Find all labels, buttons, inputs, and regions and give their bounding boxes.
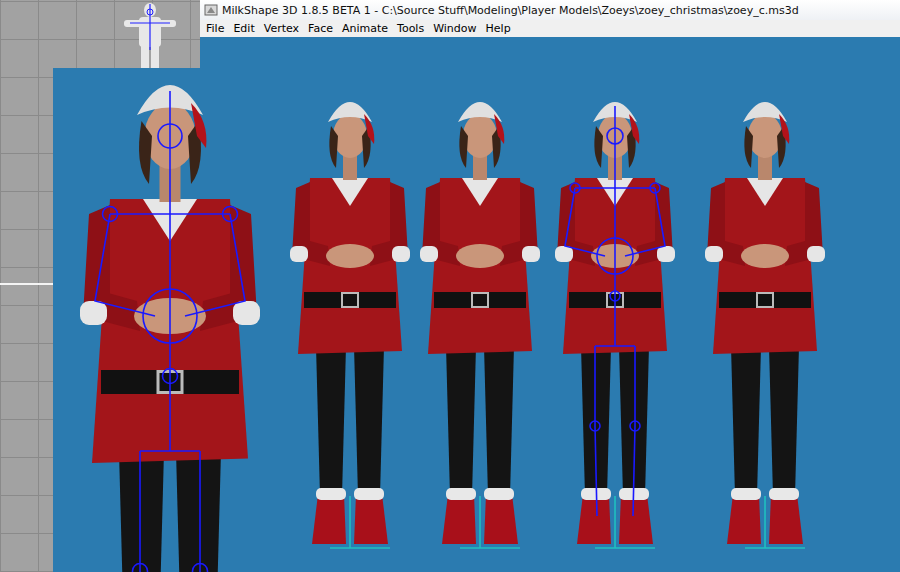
menu-item[interactable]: Help bbox=[486, 22, 511, 35]
thumbnail-figure-icon bbox=[120, 0, 180, 68]
menu-item[interactable]: Edit bbox=[233, 22, 254, 35]
character-figure[interactable] bbox=[555, 102, 675, 548]
app-window: MilkShape 3D 1.8.5 BETA 1 - C:\Source St… bbox=[200, 0, 900, 38]
3d-viewport[interactable] bbox=[53, 37, 900, 572]
character-figure[interactable] bbox=[420, 102, 540, 548]
menu-bar: File Edit Vertex Face Animate Tools Window Help bbox=[200, 20, 900, 38]
milkshape-icon bbox=[204, 3, 218, 17]
skeleton-overlay bbox=[95, 91, 245, 572]
menu-item[interactable]: Vertex bbox=[264, 22, 299, 35]
model-render[interactable] bbox=[53, 37, 900, 572]
menu-item[interactable]: Animate bbox=[342, 22, 388, 35]
character-figure[interactable] bbox=[290, 102, 410, 548]
menu-item[interactable]: Window bbox=[433, 22, 476, 35]
skeleton-overlay bbox=[565, 106, 665, 516]
desktop: MilkShape 3D 1.8.5 BETA 1 - C:\Source St… bbox=[0, 0, 900, 572]
window-title: MilkShape 3D 1.8.5 BETA 1 - C:\Source St… bbox=[222, 4, 799, 17]
menu-item[interactable]: Face bbox=[308, 22, 333, 35]
menu-item[interactable]: File bbox=[206, 22, 224, 35]
title-bar: MilkShape 3D 1.8.5 BETA 1 - C:\Source St… bbox=[200, 0, 900, 20]
panel-divider bbox=[0, 283, 53, 285]
menu-item[interactable]: Tools bbox=[397, 22, 424, 35]
character-figure[interactable] bbox=[705, 102, 825, 548]
character-figure[interactable] bbox=[80, 85, 260, 572]
